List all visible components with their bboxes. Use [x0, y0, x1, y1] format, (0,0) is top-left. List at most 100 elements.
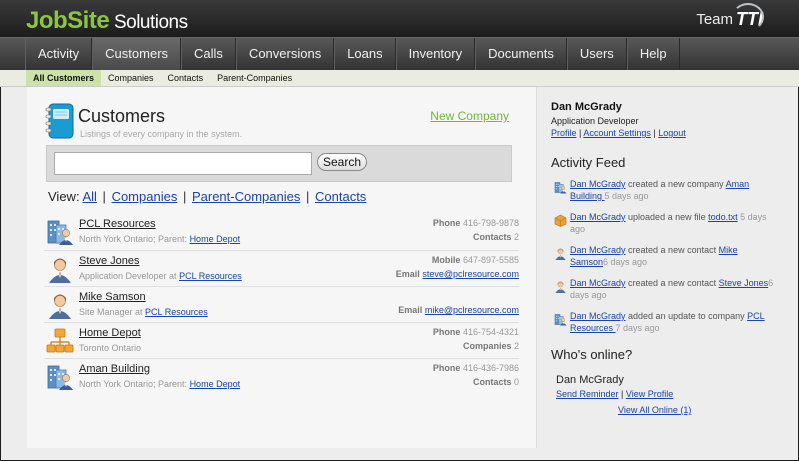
feed-item: Dan McGrady created a new company Aman B… — [551, 178, 776, 211]
search-input[interactable] — [54, 152, 312, 175]
feed-user-link[interactable]: Dan McGrady — [570, 179, 626, 189]
customer-row: Aman Building North York Ontario; Parent:… — [44, 358, 519, 394]
nav-item-users[interactable]: Users — [566, 38, 627, 70]
subnav-item-parent-companies[interactable]: Parent-Companies — [210, 70, 299, 86]
customer-details: Site Manager at PCL Resources — [79, 307, 208, 317]
customer-name-link[interactable]: Mike Samson — [79, 291, 146, 303]
page-title: Customers — [78, 106, 166, 126]
customer-name-link[interactable]: Home Depot — [79, 327, 141, 339]
feed-target-link[interactable]: todo.txt — [708, 212, 738, 222]
feed-user-link[interactable]: Dan McGrady — [570, 278, 626, 288]
page-subtitle: Listings of every company in the system. — [80, 129, 243, 139]
subnav-item-contacts[interactable]: Contacts — [161, 70, 211, 86]
customer-details: North York Ontario; Parent: Home Depot — [79, 234, 241, 244]
nav-item-documents[interactable]: Documents — [475, 38, 567, 70]
feed-user-link[interactable]: Dan McGrady — [570, 245, 626, 255]
row-primary-info: Mobile 647-897-5585 — [431, 255, 519, 265]
feed-user-link[interactable]: Dan McGrady — [570, 212, 626, 222]
feed-item: Dan McGrady created a new contact Mike S… — [551, 244, 776, 277]
related-company-link[interactable]: Home Depot — [190, 379, 241, 389]
subnav-item-all-customers[interactable]: All Customers — [26, 70, 102, 86]
customer-details: Application Developer at PCL Resources — [79, 271, 242, 281]
online-user-links: Send Reminder | View Profile — [556, 389, 674, 399]
customer-name-link[interactable]: Steve Jones — [79, 255, 140, 267]
email-link[interactable]: mike@pclresource.com — [425, 305, 519, 315]
team-label: Team — [696, 10, 733, 28]
activity-feed-heading: Activity Feed — [551, 155, 626, 170]
row-primary-info: Phone 416-754-4321 — [432, 327, 519, 337]
search-button[interactable]: Search — [317, 153, 367, 171]
profile-link[interactable]: Profile — [551, 128, 577, 138]
feed-item: Dan McGrady added an update to company P… — [551, 310, 776, 343]
customer-details: North York Ontario; Parent: Home Depot — [79, 379, 241, 389]
nav-item-help[interactable]: Help — [626, 38, 680, 70]
logout-link[interactable]: Logout — [658, 128, 686, 138]
row-email-info: Email mike@pclresource.com — [398, 305, 519, 315]
customer-list: PCL Resources North York Ontario; Parent:… — [44, 214, 519, 394]
contact-person-icon — [49, 258, 71, 283]
feed-timestamp: 5 days ago — [604, 191, 649, 201]
related-company-link[interactable]: PCL Resources — [145, 307, 208, 317]
account-settings-link[interactable]: Account Settings — [583, 128, 651, 138]
team-tti-logo: Team TTI — [696, 2, 764, 32]
row-email-info: Email steve@pclresource.com — [395, 269, 519, 279]
customers-panel: Customers Listings of every company in t… — [27, 87, 537, 448]
whos-online-heading: Who's online? — [551, 347, 633, 362]
nav-item-loans[interactable]: Loans — [334, 38, 396, 70]
company-icon — [47, 365, 73, 390]
customer-name-link[interactable]: Aman Building — [79, 363, 150, 375]
customer-row: Mike Samson Site Manager at PCL Resources… — [44, 286, 519, 322]
view-parent-companies-link[interactable]: Parent-Companies — [192, 189, 300, 204]
feed-target-link[interactable]: Steve Jones — [719, 278, 769, 288]
view-all-online-link[interactable]: View All Online (1) — [618, 405, 691, 415]
view-companies-link[interactable]: Companies — [112, 189, 178, 204]
activity-feed: Dan McGrady created a new company Aman B… — [551, 178, 776, 343]
online-user-name: Dan McGrady — [556, 374, 624, 386]
nav-item-activity[interactable]: Activity — [25, 38, 93, 70]
file-icon — [554, 214, 567, 227]
related-company-link[interactable]: Home Depot — [190, 234, 241, 244]
company-icon — [47, 220, 73, 245]
contact-person-icon — [49, 294, 71, 319]
send-reminder-link[interactable]: Send Reminder — [556, 389, 619, 399]
view-filter: View: All | Companies | Parent-Companies… — [48, 189, 367, 204]
feed-item: Dan McGrady created a new contact Steve … — [551, 277, 776, 310]
feed-timestamp: 7 days ago — [615, 323, 660, 333]
tti-logo: TTI — [732, 2, 764, 31]
current-user-role: Application Developer — [551, 116, 639, 126]
parent-company-icon — [46, 328, 74, 353]
current-user-name: Dan McGrady — [551, 101, 622, 113]
view-label: View: — [48, 189, 80, 204]
feed-user-link[interactable]: Dan McGrady — [570, 311, 626, 321]
row-secondary-info: Contacts 2 — [472, 232, 519, 242]
row-secondary-info: Contacts 0 — [472, 377, 519, 387]
app-header: JobSite Solutions Team TTI — [0, 0, 799, 37]
main-area: Customers Listings of every company in t… — [1, 87, 798, 460]
address-book-icon — [45, 103, 74, 139]
app-logo[interactable]: JobSite Solutions — [26, 7, 188, 35]
nav-item-inventory[interactable]: Inventory — [395, 38, 476, 70]
user-links: Profile | Account Settings | Logout — [551, 128, 686, 138]
customer-row: Home Depot Toronto Ontario Phone 416-754-4… — [44, 322, 519, 358]
company-icon — [554, 182, 567, 194]
sub-nav: All Customers Companies Contacts Parent-Com… — [0, 70, 799, 87]
view-all-link[interactable]: All — [82, 189, 96, 204]
email-link[interactable]: steve@pclresource.com — [422, 269, 519, 279]
row-primary-info: Phone 416-798-9878 — [432, 218, 519, 228]
customer-name-link[interactable]: PCL Resources — [79, 218, 156, 230]
company-icon — [554, 314, 567, 326]
customer-row: PCL Resources North York Ontario; Parent:… — [44, 214, 519, 250]
new-company-link[interactable]: New Company — [430, 109, 509, 123]
view-profile-link[interactable]: View Profile — [626, 389, 673, 399]
related-company-link[interactable]: PCL Resources — [179, 271, 242, 281]
nav-item-customers[interactable]: Customers — [92, 38, 182, 70]
row-primary-info: Phone 416-436-7986 — [432, 363, 519, 373]
customer-row: Steve Jones Application Developer at PCL … — [44, 250, 519, 286]
view-contacts-link[interactable]: Contacts — [315, 189, 366, 204]
person-icon — [555, 248, 566, 260]
main-nav: Activity Customers Calls Conversions Loans In… — [0, 37, 799, 70]
feed-timestamp: 6 days ago — [603, 257, 648, 267]
nav-item-conversions[interactable]: Conversions — [235, 38, 335, 70]
subnav-item-companies[interactable]: Companies — [101, 70, 161, 86]
nav-item-calls[interactable]: Calls — [181, 38, 236, 70]
